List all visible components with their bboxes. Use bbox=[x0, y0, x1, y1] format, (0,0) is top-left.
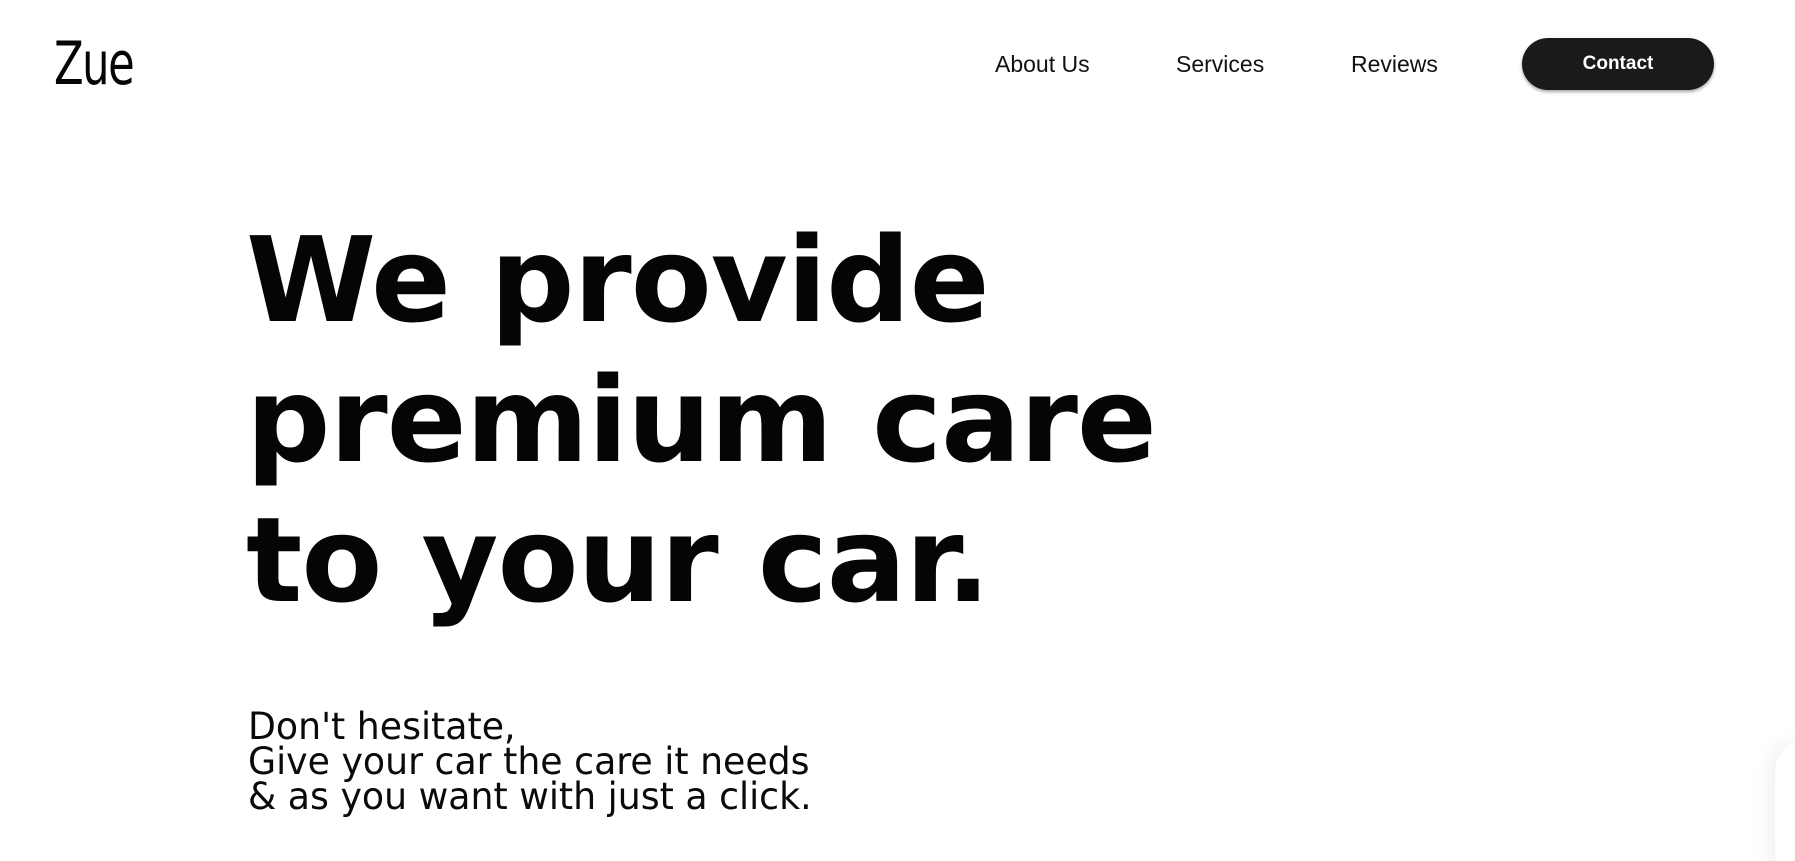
nav-link-services[interactable]: Services bbox=[1176, 50, 1264, 78]
site-header: Zue About Us Services Reviews Contact bbox=[0, 0, 1795, 130]
hero-subtitle-line: & as you want with just a click. bbox=[248, 775, 812, 818]
hero-title-line: premium care bbox=[246, 351, 1157, 489]
contact-button[interactable]: Contact bbox=[1522, 38, 1714, 90]
nav-link-reviews[interactable]: Reviews bbox=[1351, 50, 1438, 78]
hero-title-line: We provide bbox=[246, 211, 990, 349]
hero-subtitle: Don't hesitate, Give your car the care i… bbox=[248, 705, 812, 818]
hero-subtitle-line: Give your car the care it needs bbox=[248, 740, 810, 783]
hero-subtitle-line: Don't hesitate, bbox=[248, 705, 516, 748]
hero-title-line: to your car. bbox=[246, 491, 991, 629]
nav-link-about-us[interactable]: About Us bbox=[995, 50, 1090, 78]
brand-logo[interactable]: Zue bbox=[54, 26, 135, 102]
edge-shadow-decoration bbox=[1775, 741, 1795, 861]
hero-title: We provide premium care to your car. bbox=[246, 210, 1157, 630]
